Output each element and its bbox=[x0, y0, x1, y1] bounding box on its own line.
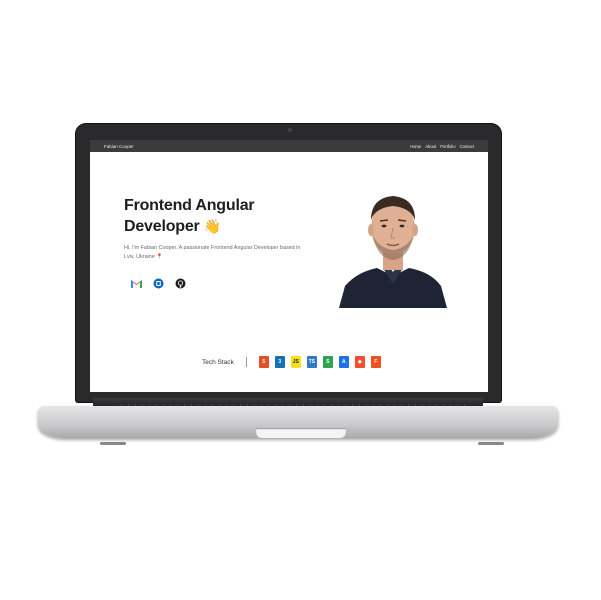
tech-stack: Tech Stack 5 3 JS TS S A ◆ F bbox=[202, 356, 381, 368]
git-icon: ◆ bbox=[354, 356, 365, 368]
angular-icon: A bbox=[338, 356, 349, 368]
hero-intro-text: Hi, I'm Fabian Cooper. A passionate Fron… bbox=[124, 245, 301, 251]
social-links bbox=[130, 277, 186, 289]
site-brand[interactable]: Fabian Cooper bbox=[104, 144, 134, 149]
hero-location: Lviv, Ukraine bbox=[124, 254, 155, 260]
webcam-icon bbox=[288, 128, 292, 132]
nav-item-about[interactable]: About bbox=[425, 144, 436, 149]
figma-icon: F bbox=[370, 356, 381, 368]
nav-item-home[interactable]: Home bbox=[410, 144, 421, 149]
profile-photo bbox=[337, 176, 449, 308]
linkedin-icon[interactable] bbox=[152, 277, 164, 289]
gmail-icon[interactable] bbox=[130, 277, 142, 289]
laptop-foot bbox=[100, 442, 126, 445]
sass-icon: S bbox=[322, 356, 333, 368]
tech-icons: 5 3 JS TS S A ◆ F bbox=[258, 356, 381, 368]
hero-intro: Hi, I'm Fabian Cooper. A passionate Fron… bbox=[124, 244, 309, 262]
html5-icon: 5 bbox=[258, 356, 269, 368]
github-icon[interactable] bbox=[174, 277, 186, 289]
hero-title-line2: Developer bbox=[124, 218, 200, 235]
javascript-icon: JS bbox=[290, 356, 301, 368]
hero-title: Frontend Angular Developer 👋 bbox=[124, 196, 264, 237]
laptop-foot bbox=[478, 442, 504, 445]
divider bbox=[245, 357, 247, 367]
css3-icon: 3 bbox=[274, 356, 285, 368]
laptop-lid-notch bbox=[256, 428, 346, 438]
hero-title-line1: Frontend Angular bbox=[124, 197, 255, 214]
site-header: Fabian Cooper Home About Portfolio Conta… bbox=[90, 140, 488, 152]
tech-stack-label: Tech Stack bbox=[202, 358, 234, 366]
typescript-icon: TS bbox=[306, 356, 317, 368]
nav-item-portfolio[interactable]: Portfolio bbox=[440, 144, 455, 149]
laptop-screen: Fabian Cooper Home About Portfolio Conta… bbox=[90, 140, 488, 392]
pin-emoji: 📍 bbox=[156, 254, 163, 260]
nav-item-contact[interactable]: Contact bbox=[460, 144, 474, 149]
site-nav: Home About Portfolio Contact bbox=[410, 144, 474, 149]
wave-emoji: 👋 bbox=[203, 218, 222, 234]
